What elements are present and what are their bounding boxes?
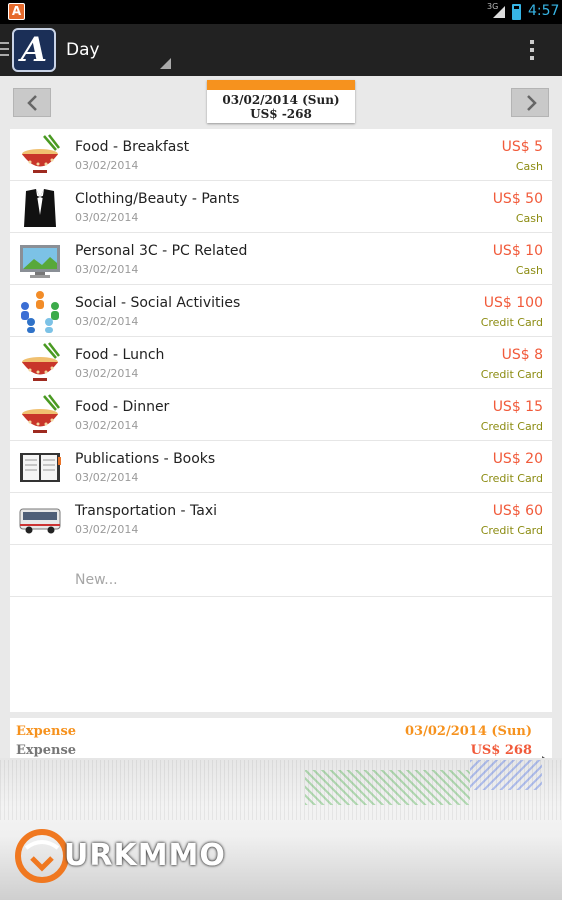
list-item[interactable]: Publications - Books 03/02/2014 US$ 20 C… xyxy=(10,441,552,493)
list-item[interactable]: Transportation - Taxi 03/02/2014 US$ 60 … xyxy=(10,493,552,545)
entry-amount: US$ 8 xyxy=(501,347,543,363)
watermark-text: URKMMO xyxy=(64,838,226,873)
noodle-bowl-icon xyxy=(22,394,60,433)
entry-amount: US$ 5 xyxy=(501,139,543,155)
entry-payment: Credit Card xyxy=(480,368,543,381)
list-item[interactable]: Clothing/Beauty - Pants 03/02/2014 US$ 5… xyxy=(10,181,552,233)
entry-amount: US$ 50 xyxy=(492,191,543,207)
entry-name: Transportation - Taxi xyxy=(75,503,218,519)
monitor-icon xyxy=(20,245,60,278)
entry-date: 03/02/2014 xyxy=(75,159,139,172)
list-item[interactable]: Food - Lunch 03/02/2014 US$ 8 Credit Car… xyxy=(10,337,552,389)
entry-amount: US$ 60 xyxy=(492,503,543,519)
drawer-indicator-icon[interactable] xyxy=(0,42,9,56)
entry-payment: Credit Card xyxy=(480,420,543,433)
people-circle-icon xyxy=(21,291,59,333)
chevron-right-icon xyxy=(527,95,537,111)
summary-date: 03/02/2014 (Sun) xyxy=(405,724,532,739)
bus-icon xyxy=(19,508,61,534)
entry-name: Publications - Books xyxy=(75,451,216,467)
list-item[interactable]: Food - Dinner 03/02/2014 US$ 15 Credit C… xyxy=(10,389,552,441)
summary-total: US$ 268 xyxy=(470,743,532,758)
date-header-date: 03/02/2014 (Sun) xyxy=(222,93,340,107)
spinner-arrow-icon[interactable] xyxy=(160,58,171,69)
new-entry-row[interactable]: New... xyxy=(10,545,552,597)
entry-date: 03/02/2014 xyxy=(75,315,139,328)
summary-label: Expense xyxy=(16,724,77,739)
entry-amount: US$ 100 xyxy=(483,295,543,311)
new-entry-label: New... xyxy=(75,572,118,588)
watermark-blue-noise xyxy=(470,760,542,790)
tuxedo-icon xyxy=(24,189,56,227)
entry-date: 03/02/2014 xyxy=(75,367,139,380)
action-bar: A Day xyxy=(0,24,562,76)
book-icon xyxy=(20,453,61,482)
app-notification-icon: A xyxy=(8,3,25,20)
noodle-bowl-icon xyxy=(22,134,60,173)
entry-name: Social - Social Activities xyxy=(75,295,241,311)
entry-payment: Credit Card xyxy=(480,472,543,485)
noodle-bowl-icon xyxy=(22,342,60,381)
entry-date: 03/02/2014 xyxy=(75,523,139,536)
next-day-button[interactable] xyxy=(511,88,549,117)
expense-list[interactable]: Food - Breakfast 03/02/2014 US$ 5 Cash C… xyxy=(10,129,552,712)
overflow-menu-icon[interactable] xyxy=(524,40,540,62)
status-bar: A 3G 4:57 xyxy=(0,0,562,24)
entry-payment: Cash xyxy=(515,160,543,173)
app-logo-icon[interactable]: A xyxy=(12,28,56,72)
view-selector-title[interactable]: Day xyxy=(66,40,100,60)
list-item[interactable]: Social - Social Activities 03/02/2014 US… xyxy=(10,285,552,337)
watermark-logo-icon xyxy=(15,829,69,883)
entry-date: 03/02/2014 xyxy=(75,211,139,224)
entry-name: Food - Lunch xyxy=(75,347,165,363)
list-item[interactable]: Food - Breakfast 03/02/2014 US$ 5 Cash xyxy=(10,129,552,181)
signal-icon xyxy=(493,6,505,18)
entry-payment: Credit Card xyxy=(480,524,543,537)
entry-amount: US$ 20 xyxy=(492,451,543,467)
date-header[interactable]: 03/02/2014 (Sun) US$ -268 xyxy=(207,80,355,123)
previous-day-button[interactable] xyxy=(13,88,51,117)
entry-name: Food - Breakfast xyxy=(75,139,190,155)
battery-icon xyxy=(512,4,521,20)
summary-label-secondary: Expense xyxy=(16,743,77,758)
watermark-green-noise xyxy=(305,770,470,805)
entry-amount: US$ 15 xyxy=(492,399,543,415)
entry-name: Personal 3C - PC Related xyxy=(75,243,248,259)
entry-payment: Cash xyxy=(515,212,543,225)
entry-date: 03/02/2014 xyxy=(75,263,139,276)
chevron-left-icon xyxy=(27,95,37,111)
entry-name: Clothing/Beauty - Pants xyxy=(75,191,240,207)
date-header-total: US$ -268 xyxy=(250,107,312,121)
entry-payment: Cash xyxy=(515,264,543,277)
entry-amount: US$ 10 xyxy=(492,243,543,259)
entry-payment: Credit Card xyxy=(480,316,543,329)
entry-date: 03/02/2014 xyxy=(75,471,139,484)
clock: 4:57 xyxy=(528,3,560,19)
entry-name: Food - Dinner xyxy=(75,399,170,415)
list-item[interactable]: Personal 3C - PC Related 03/02/2014 US$ … xyxy=(10,233,552,285)
entry-date: 03/02/2014 xyxy=(75,419,139,432)
